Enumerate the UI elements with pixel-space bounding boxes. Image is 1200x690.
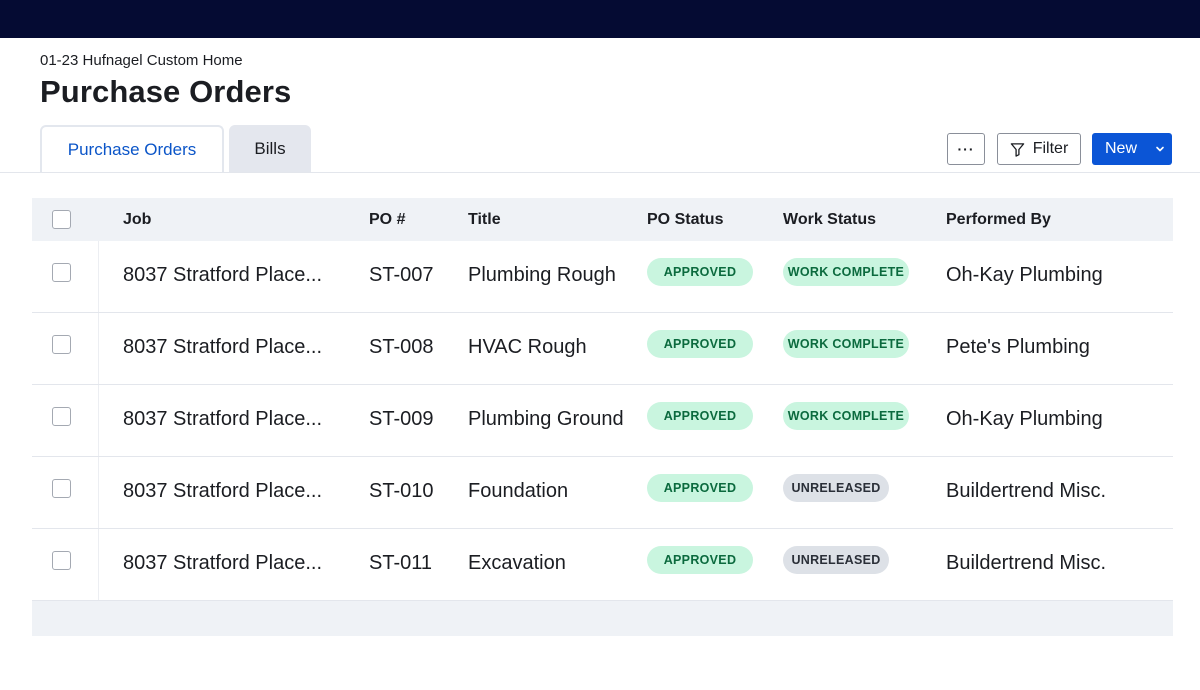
table-row[interactable]: 8037 Stratford Place... ST-010 Foundatio… [32, 457, 1173, 529]
title-cell[interactable]: Excavation [468, 552, 566, 575]
row-checkbox-cell [32, 529, 99, 600]
table-row[interactable]: 8037 Stratford Place... ST-008 HVAC Roug… [32, 313, 1173, 385]
column-header-performed-by[interactable]: Performed By [946, 211, 1051, 229]
select-all-checkbox[interactable] [52, 210, 71, 229]
row-checkbox[interactable] [52, 263, 71, 282]
performed-by-cell: Oh-Kay Plumbing [946, 408, 1103, 430]
column-header-po-status[interactable]: PO Status [647, 211, 723, 229]
po-status-badge: APPROVED [647, 330, 753, 358]
top-navigation-bar [0, 0, 1200, 38]
job-cell[interactable]: 8037 Stratford Place... [123, 480, 322, 503]
job-cell[interactable]: 8037 Stratford Place... [123, 552, 322, 575]
table-row[interactable]: 8037 Stratford Place... ST-011 Excavatio… [32, 529, 1173, 601]
tab-bar: Purchase Orders Bills [40, 125, 311, 173]
work-status-badge: WORK COMPLETE [783, 258, 909, 286]
tab-bills[interactable]: Bills [229, 125, 311, 173]
column-header-po-number[interactable]: PO # [369, 211, 405, 229]
po-status-badge: APPROVED [647, 474, 753, 502]
table-row[interactable]: 8037 Stratford Place... ST-007 Plumbing … [32, 241, 1173, 313]
row-checkbox[interactable] [52, 479, 71, 498]
page-title: Purchase Orders [40, 74, 292, 109]
filter-label: Filter [1032, 140, 1069, 157]
title-cell[interactable]: Foundation [468, 480, 568, 503]
more-options-button[interactable]: ··· [947, 133, 985, 165]
po-number-cell[interactable]: ST-011 [369, 552, 432, 575]
performed-by-cell: Buildertrend Misc. [946, 552, 1107, 574]
work-status-badge: WORK COMPLETE [783, 330, 909, 358]
po-number-cell[interactable]: ST-009 [369, 408, 433, 431]
performed-by-cell: Buildertrend Misc. [946, 480, 1107, 502]
column-header-job[interactable]: Job [123, 211, 151, 229]
po-number-cell[interactable]: ST-010 [369, 480, 433, 503]
job-cell[interactable]: 8037 Stratford Place... [123, 264, 322, 287]
po-number-cell[interactable]: ST-007 [369, 264, 433, 287]
table-body: 8037 Stratford Place... ST-007 Plumbing … [32, 241, 1173, 601]
work-status-badge: UNRELEASED [783, 546, 889, 574]
project-name: 01-23 Hufnagel Custom Home [40, 52, 243, 69]
new-button[interactable]: New [1092, 133, 1172, 165]
new-label: New [1104, 140, 1137, 157]
tab-divider [0, 172, 1200, 173]
more-options-label: ··· [957, 141, 975, 157]
row-checkbox-cell [32, 385, 99, 456]
po-number-cell[interactable]: ST-008 [369, 336, 433, 359]
po-status-badge: APPROVED [647, 258, 753, 286]
table-header: Job PO # Title PO Status Work Status Per… [32, 198, 1173, 241]
column-header-title[interactable]: Title [468, 211, 501, 229]
title-cell[interactable]: Plumbing Ground [468, 408, 624, 431]
row-checkbox[interactable] [52, 335, 71, 354]
row-checkbox-cell [32, 313, 99, 384]
job-cell[interactable]: 8037 Stratford Place... [123, 336, 322, 359]
po-status-badge: APPROVED [647, 402, 753, 430]
title-cell[interactable]: HVAC Rough [468, 336, 587, 359]
title-cell[interactable]: Plumbing Rough [468, 264, 616, 287]
table-row[interactable]: 8037 Stratford Place... ST-009 Plumbing … [32, 385, 1173, 457]
column-header-work-status[interactable]: Work Status [783, 211, 876, 229]
work-status-badge: WORK COMPLETE [783, 402, 909, 430]
row-checkbox-cell [32, 241, 99, 312]
filter-icon [1010, 142, 1025, 157]
row-checkbox[interactable] [52, 407, 71, 426]
filter-button[interactable]: Filter [997, 133, 1081, 165]
work-status-badge: UNRELEASED [783, 474, 889, 502]
row-checkbox[interactable] [52, 551, 71, 570]
row-checkbox-cell [32, 457, 99, 528]
purchase-orders-table: Job PO # Title PO Status Work Status Per… [32, 198, 1173, 636]
chevron-down-icon [1155, 144, 1165, 154]
performed-by-cell: Pete's Plumbing [946, 336, 1090, 358]
tab-purchase-orders[interactable]: Purchase Orders [40, 125, 224, 173]
po-status-badge: APPROVED [647, 546, 753, 574]
performed-by-cell: Oh-Kay Plumbing [946, 264, 1103, 286]
job-cell[interactable]: 8037 Stratford Place... [123, 408, 322, 431]
